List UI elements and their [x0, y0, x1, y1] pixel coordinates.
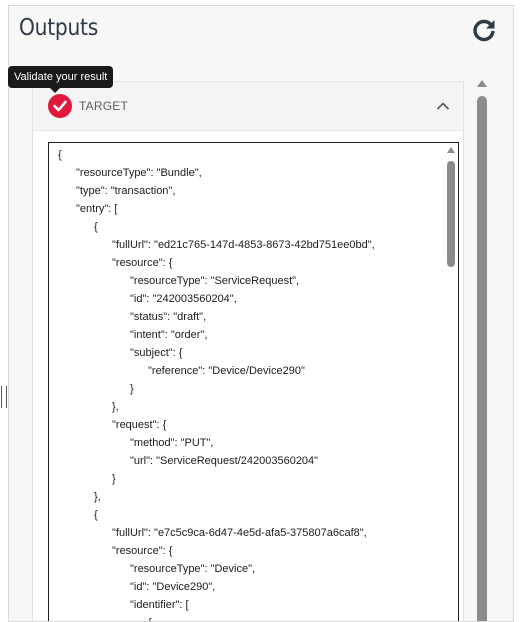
target-title: TARGET [79, 99, 128, 113]
code-line: }, [94, 491, 101, 503]
code-line: "resource": { [112, 545, 173, 557]
json-scroll-thumb[interactable] [447, 161, 455, 267]
validate-status-button[interactable] [48, 94, 72, 118]
code-line: { [49, 614, 441, 621]
code-line: "id": "Device290", [130, 581, 216, 593]
code-line: "resourceType": "Device", [130, 563, 256, 575]
json-code-lines: { "resourceType": "Bundle", "type": "trans… [49, 146, 441, 621]
code-line: { [94, 221, 98, 233]
outputs-scroll-thumb[interactable] [477, 96, 487, 621]
code-line: "subject": { [130, 347, 183, 359]
collapse-button[interactable] [436, 99, 450, 113]
code-line: "reference": "Device/Device290" [148, 365, 305, 377]
scroll-up-arrow-icon[interactable] [477, 80, 487, 87]
check-icon [53, 100, 67, 112]
code-line: "method": "PUT", [130, 437, 214, 449]
code-line: "resourceType": "Bundle", [76, 167, 202, 179]
code-line: "intent": "order", [130, 329, 208, 341]
chevron-up-icon [436, 102, 450, 110]
refresh-icon [473, 19, 495, 42]
code-line: "fullUrl": "ed21c765-147d-4853-8673-42bd… [112, 239, 375, 251]
outputs-panel: Outputs TARGET {"resourceType": "Bundle… [8, 5, 514, 622]
splitter-handle[interactable] [1, 386, 7, 408]
json-scrollbar[interactable] [446, 145, 456, 621]
refresh-button[interactable] [471, 17, 497, 43]
code-line: "resourceType": "ServiceRequest", [130, 275, 300, 287]
panel-header: Outputs [9, 6, 513, 55]
code-line: { [58, 149, 62, 161]
tooltip-arrow [50, 88, 60, 93]
scroll-up-arrow-icon[interactable] [447, 147, 455, 153]
code-line: "status": "draft", [130, 311, 207, 323]
panel-title: Outputs [19, 15, 99, 41]
outputs-content: TARGET { "resourceType": "Bundle", "type":… [9, 54, 513, 621]
code-line: "resource": { [112, 257, 173, 269]
code-line: "request": { [112, 419, 167, 431]
outputs-scrollbar[interactable] [475, 80, 489, 621]
code-line: "url": "ServiceRequest/242003560204" [130, 455, 319, 467]
code-line: }, [112, 401, 119, 413]
code-line: } [130, 383, 134, 395]
validate-tooltip: Validate your result [8, 66, 114, 88]
code-line: { [94, 509, 98, 521]
code-line: "identifier": [ [130, 599, 189, 611]
code-line: "fullUrl": "e7c5c9ca-6d47-4e5d-afa5-3758… [112, 527, 367, 539]
code-line: "type": "transaction", [76, 185, 176, 197]
splitter-gutter[interactable] [0, 0, 8, 622]
json-output-viewer[interactable]: { "resourceType": "Bundle", "type": "trans… [48, 142, 459, 621]
code-line: "id": "242003560204", [130, 293, 237, 305]
target-card: TARGET { "resourceType": "Bundle", "type":… [32, 81, 464, 621]
code-line: } [112, 473, 116, 485]
code-line: "entry": [ [76, 203, 118, 215]
target-card-header[interactable]: TARGET [33, 82, 463, 131]
